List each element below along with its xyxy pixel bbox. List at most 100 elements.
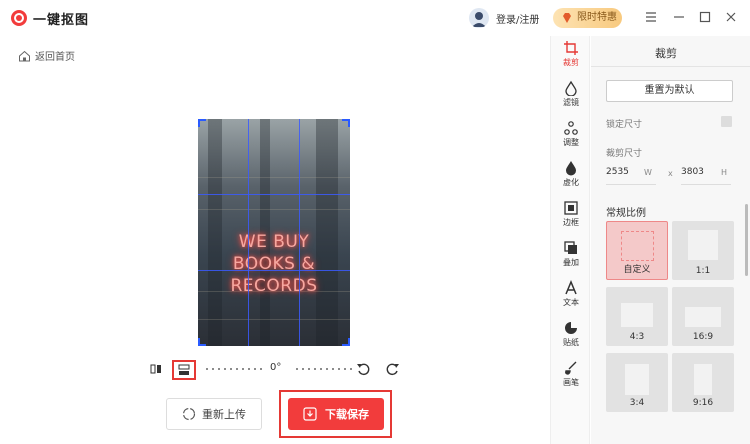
app-logo-icon bbox=[11, 10, 27, 26]
back-home-label: 返回首页 bbox=[35, 52, 75, 63]
crop-handle-bottom-left[interactable] bbox=[198, 338, 206, 346]
ratio-preview bbox=[694, 364, 712, 395]
text-icon bbox=[565, 280, 577, 295]
crop-handle-top-left[interactable] bbox=[198, 119, 206, 127]
tool-adjust-label: 调整 bbox=[563, 138, 579, 147]
rotate-bar: 0° bbox=[148, 360, 403, 380]
reset-default-button[interactable]: 重置为默认 bbox=[606, 80, 733, 102]
times-sign: x bbox=[668, 169, 673, 178]
tool-border[interactable]: 边框 bbox=[551, 200, 591, 230]
height-underline bbox=[681, 184, 731, 185]
ratio-label: 1:1 bbox=[695, 266, 711, 276]
ratio-1-1[interactable]: 1:1 bbox=[672, 221, 734, 280]
tool-sticker-label: 贴纸 bbox=[563, 338, 579, 347]
menu-icon[interactable] bbox=[644, 10, 658, 24]
ratio-label: 自定义 bbox=[623, 265, 651, 275]
brush-icon bbox=[565, 361, 577, 375]
crop-grid-line bbox=[248, 119, 249, 346]
ratio-preview bbox=[621, 231, 654, 261]
tool-border-label: 边框 bbox=[563, 218, 579, 227]
back-home-link[interactable]: 返回首页 bbox=[18, 48, 75, 63]
adjust-icon bbox=[564, 121, 578, 135]
login-link[interactable]: 登录/注册 bbox=[496, 11, 539, 26]
width-underline bbox=[606, 184, 656, 185]
neon-sign-line-3: RECORDS bbox=[230, 276, 318, 296]
crop-handle-top-right[interactable] bbox=[342, 119, 350, 127]
avatar[interactable] bbox=[469, 8, 489, 28]
ratio-3-4[interactable]: 3:4 bbox=[606, 353, 668, 412]
ratio-preview bbox=[688, 230, 718, 260]
tool-blur[interactable]: 虚化 bbox=[551, 160, 591, 190]
crop-grid-line bbox=[198, 194, 350, 195]
ratio-9-16[interactable]: 9:16 bbox=[672, 353, 734, 412]
close-icon[interactable] bbox=[724, 10, 738, 24]
ratio-16-9[interactable]: 16:9 bbox=[672, 287, 734, 346]
blur-icon bbox=[566, 161, 576, 176]
crop-panel: 裁剪 重置为默认 锁定尺寸 裁剪尺寸 2535 W x 3803 H 常规比例 … bbox=[591, 36, 750, 444]
reupload-label: 重新上传 bbox=[202, 408, 246, 421]
vip-label: 限时特惠 bbox=[577, 12, 617, 23]
maximize-icon[interactable] bbox=[698, 10, 712, 24]
app-title: 一键抠图 bbox=[33, 13, 90, 28]
app-window: 一键抠图 登录/注册 限时特惠 返回首页 WE BUY BOOKS & RECO… bbox=[0, 0, 750, 444]
download-icon bbox=[303, 407, 317, 421]
minimize-icon[interactable] bbox=[672, 10, 686, 24]
panel-title: 裁剪 bbox=[655, 47, 677, 60]
width-input[interactable]: 2535 bbox=[606, 167, 629, 177]
panel-scrollbar[interactable] bbox=[745, 204, 748, 276]
flip-vertical-icon bbox=[178, 364, 190, 375]
width-unit: W bbox=[644, 168, 652, 177]
rotate-slider-right[interactable] bbox=[294, 368, 352, 370]
tool-brush[interactable]: 画笔 bbox=[551, 360, 591, 390]
tool-crop-label: 裁剪 bbox=[563, 58, 579, 67]
sticker-icon bbox=[565, 322, 577, 334]
refresh-icon bbox=[182, 407, 196, 421]
download-label: 下载保存 bbox=[325, 408, 369, 421]
tool-text[interactable]: 文本 bbox=[551, 280, 591, 310]
rotate-right-icon[interactable] bbox=[386, 362, 400, 376]
diamond-icon bbox=[563, 13, 571, 23]
border-icon bbox=[564, 201, 578, 215]
ratio-4-3[interactable]: 4:3 bbox=[606, 287, 668, 346]
tool-filter[interactable]: 滤镜 bbox=[551, 80, 591, 110]
height-input[interactable]: 3803 bbox=[681, 167, 704, 177]
ratio-label: 16:9 bbox=[692, 332, 714, 342]
rotate-angle-value: 0° bbox=[270, 362, 282, 373]
ratio-label: 4:3 bbox=[629, 332, 645, 342]
reupload-button[interactable]: 重新上传 bbox=[166, 398, 262, 430]
rotate-slider-left[interactable] bbox=[204, 368, 266, 370]
tool-crop[interactable]: 裁剪 bbox=[551, 40, 591, 70]
vip-promo-button[interactable]: 限时特惠 bbox=[553, 8, 622, 28]
tool-sidebar: 裁剪 滤镜 调整 虚化 边框 叠加 文本 贴纸 画笔 bbox=[550, 36, 590, 444]
neon-sign-line-1: WE BUY bbox=[238, 232, 310, 252]
rotate-left-icon[interactable] bbox=[356, 362, 370, 376]
tool-blur-label: 虚化 bbox=[563, 178, 579, 187]
home-icon bbox=[19, 50, 30, 61]
tool-overlay[interactable]: 叠加 bbox=[551, 240, 591, 270]
tool-filter-label: 滤镜 bbox=[563, 98, 579, 107]
lock-size-label: 锁定尺寸 bbox=[606, 120, 643, 130]
crop-grid-line bbox=[198, 270, 350, 271]
ratio-preview bbox=[685, 307, 721, 327]
download-button[interactable]: 下载保存 bbox=[288, 398, 384, 430]
flip-vertical-button[interactable] bbox=[172, 360, 196, 380]
ratio-section-title: 常规比例 bbox=[606, 208, 646, 219]
tool-overlay-label: 叠加 bbox=[563, 258, 579, 267]
overlay-icon bbox=[564, 241, 577, 254]
crop-image[interactable]: WE BUY BOOKS & RECORDS bbox=[198, 119, 350, 346]
crop-grid-line bbox=[299, 119, 300, 346]
ratio-preview bbox=[621, 303, 653, 327]
ratio-preview bbox=[625, 364, 649, 395]
lock-size-checkbox[interactable] bbox=[721, 116, 732, 127]
tool-text-label: 文本 bbox=[563, 298, 579, 307]
ratio-custom[interactable]: 自定义 bbox=[606, 221, 668, 280]
crop-handle-bottom-right[interactable] bbox=[342, 338, 350, 346]
divider bbox=[591, 66, 750, 67]
flip-horizontal-icon[interactable] bbox=[150, 363, 162, 375]
tool-brush-label: 画笔 bbox=[563, 378, 579, 387]
ratio-label: 3:4 bbox=[629, 398, 645, 408]
tool-adjust[interactable]: 调整 bbox=[551, 120, 591, 150]
ratio-label: 9:16 bbox=[692, 398, 714, 408]
tool-sticker[interactable]: 贴纸 bbox=[551, 320, 591, 350]
crop-size-label: 裁剪尺寸 bbox=[606, 149, 643, 159]
